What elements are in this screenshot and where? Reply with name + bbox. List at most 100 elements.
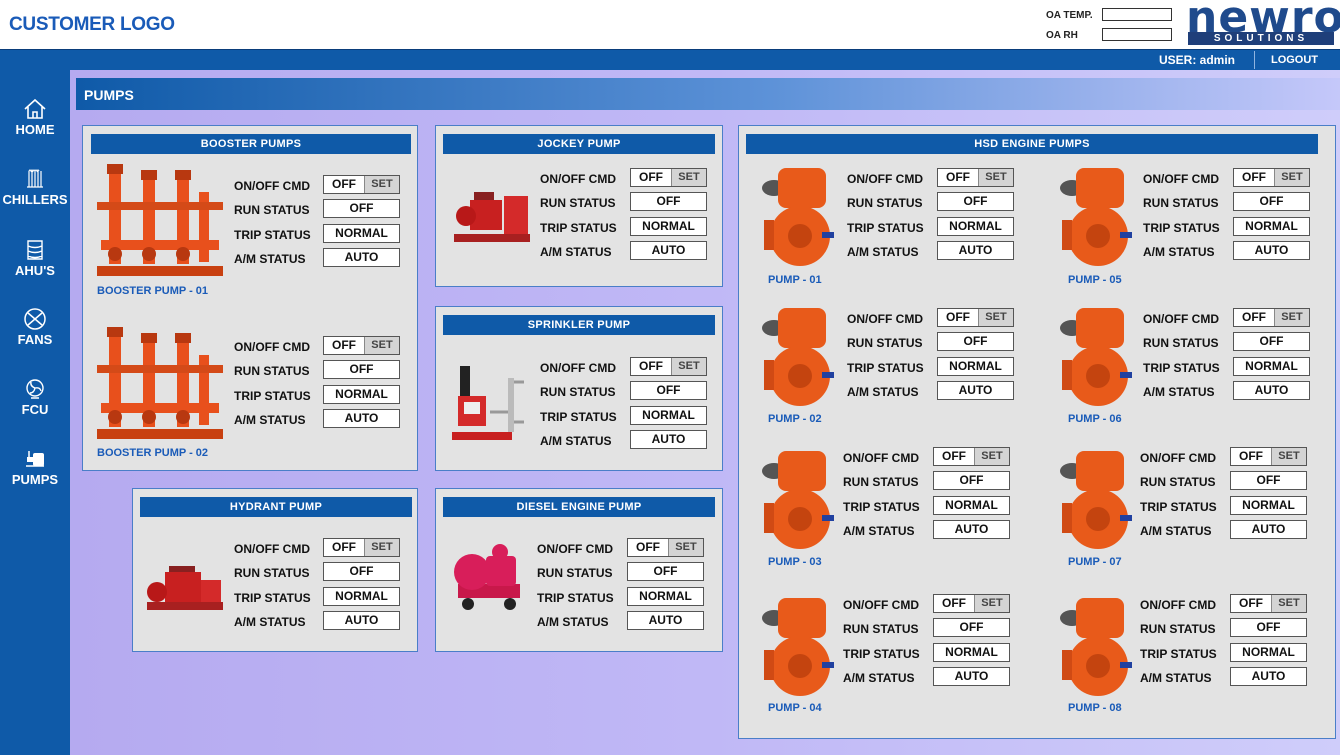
diesel-cmd-value[interactable]: OFF bbox=[628, 539, 668, 556]
hsd-08-cmd-value[interactable]: OFF bbox=[1231, 595, 1271, 612]
jockey-trip-status-label: TRIP STATUS bbox=[540, 221, 617, 235]
booster-02-on-off-cmd-control: OFF SET bbox=[323, 336, 400, 355]
hsd-02-run-status-value: OFF bbox=[937, 332, 1014, 351]
nav-pumps[interactable]: PUMPS bbox=[0, 447, 70, 487]
hydrant-cmd-value[interactable]: OFF bbox=[324, 539, 364, 556]
hsd-05-run-status-value: OFF bbox=[1233, 192, 1310, 211]
hsd-03-am-status-label: A/M STATUS bbox=[843, 524, 915, 538]
booster-01-on-off-cmd-control: OFF SET bbox=[323, 175, 400, 194]
hydrant-am-status-value: AUTO bbox=[323, 611, 400, 630]
hsd-03-run-status-value: OFF bbox=[933, 471, 1010, 490]
booster-01-trip-status-label: TRIP STATUS bbox=[234, 228, 311, 242]
hsd-01-cmd-value[interactable]: OFF bbox=[938, 169, 978, 186]
jockey-trip-status-value: NORMAL bbox=[630, 217, 707, 236]
hsd-03-cmd-value[interactable]: OFF bbox=[934, 448, 974, 465]
brand-sub: SOLUTIONS bbox=[1188, 32, 1334, 45]
hydrant-trip-status-value: NORMAL bbox=[323, 587, 400, 606]
hsd-03-run-status-label: RUN STATUS bbox=[843, 475, 919, 489]
hydrant-pump-image bbox=[147, 566, 223, 610]
booster-02-run-status-label: RUN STATUS bbox=[234, 364, 310, 378]
hsd-pump-04-image bbox=[762, 598, 834, 696]
jockey-set-button[interactable]: SET bbox=[671, 169, 706, 186]
hsd-05-run-status-label: RUN STATUS bbox=[1143, 196, 1219, 210]
hydrant-panel-title: HYDRANT PUMP bbox=[140, 497, 412, 517]
hsd-05-cmd-value[interactable]: OFF bbox=[1234, 169, 1274, 186]
diesel-trip-status-label: TRIP STATUS bbox=[537, 591, 614, 605]
booster-01-cmd-value[interactable]: OFF bbox=[324, 176, 364, 193]
hsd-01-am-status-value: AUTO bbox=[937, 241, 1014, 260]
hsd-pump-02-name: PUMP - 02 bbox=[768, 413, 822, 425]
hsd-06-cmd-value[interactable]: OFF bbox=[1234, 309, 1274, 326]
hsd-pump-05-name: PUMP - 05 bbox=[1068, 274, 1122, 286]
hsd-04-am-status-value: AUTO bbox=[933, 667, 1010, 686]
hsd-04-cmd-value[interactable]: OFF bbox=[934, 595, 974, 612]
hsd-06-run-status-label: RUN STATUS bbox=[1143, 336, 1219, 350]
nav-chillers-label: CHILLERS bbox=[2, 192, 68, 207]
booster-01-on-off-cmd-label: ON/OFF CMD bbox=[234, 179, 310, 193]
hsd-07-on-off-cmd-control: OFF SET bbox=[1230, 447, 1307, 466]
hsd-04-trip-status-label: TRIP STATUS bbox=[843, 647, 920, 661]
hsd-02-am-status-value: AUTO bbox=[937, 381, 1014, 400]
hsd-pump-08-image bbox=[1060, 598, 1132, 696]
hsd-02-run-status-label: RUN STATUS bbox=[847, 336, 923, 350]
booster-02-cmd-value[interactable]: OFF bbox=[324, 337, 364, 354]
hsd-04-set-button[interactable]: SET bbox=[974, 595, 1009, 612]
hsd-07-on-off-cmd-label: ON/OFF CMD bbox=[1140, 451, 1216, 465]
hsd-08-set-button[interactable]: SET bbox=[1271, 595, 1306, 612]
hydrant-set-button[interactable]: SET bbox=[364, 539, 399, 556]
hsd-07-trip-status-label: TRIP STATUS bbox=[1140, 500, 1217, 514]
diesel-on-off-cmd-control: OFF SET bbox=[627, 538, 704, 557]
header: CUSTOMER LOGO OA TEMP. OA RH newron SOLU… bbox=[0, 0, 1340, 49]
hsd-08-on-off-cmd-control: OFF SET bbox=[1230, 594, 1307, 613]
hsd-06-trip-status-value: NORMAL bbox=[1233, 357, 1310, 376]
oa-temp-value bbox=[1102, 8, 1172, 21]
hsd-05-am-status-label: A/M STATUS bbox=[1143, 245, 1215, 259]
sprinkler-set-button[interactable]: SET bbox=[671, 358, 706, 375]
booster-01-am-status-label: A/M STATUS bbox=[234, 252, 306, 266]
hsd-07-run-status-label: RUN STATUS bbox=[1140, 475, 1216, 489]
hsd-panel-title: HSD ENGINE PUMPS bbox=[746, 134, 1318, 154]
hsd-06-set-button[interactable]: SET bbox=[1274, 309, 1309, 326]
sprinkler-cmd-value[interactable]: OFF bbox=[631, 358, 671, 375]
nav-home[interactable]: HOME bbox=[0, 97, 70, 137]
hsd-07-am-status-label: A/M STATUS bbox=[1140, 524, 1212, 538]
nav-chillers[interactable]: CHILLERS bbox=[0, 167, 70, 207]
oa-rh-label: OA RH bbox=[1046, 30, 1078, 41]
hsd-03-trip-status-value: NORMAL bbox=[933, 496, 1010, 515]
booster-01-set-button[interactable]: SET bbox=[364, 176, 399, 193]
hydrant-run-status-label: RUN STATUS bbox=[234, 566, 310, 580]
nav-fans[interactable]: FANS bbox=[0, 307, 70, 347]
logout-button[interactable]: LOGOUT bbox=[1254, 51, 1334, 69]
hsd-06-am-status-value: AUTO bbox=[1233, 381, 1310, 400]
hsd-04-on-off-cmd-label: ON/OFF CMD bbox=[843, 598, 919, 612]
hsd-08-on-off-cmd-label: ON/OFF CMD bbox=[1140, 598, 1216, 612]
diesel-set-button[interactable]: SET bbox=[668, 539, 703, 556]
nav-ahus-label: AHU'S bbox=[15, 263, 55, 278]
nav-ahus[interactable]: AHU'S bbox=[0, 238, 70, 278]
jockey-cmd-value[interactable]: OFF bbox=[631, 169, 671, 186]
hsd-06-on-off-cmd-label: ON/OFF CMD bbox=[1143, 312, 1219, 326]
nav-fcu[interactable]: FCU bbox=[0, 377, 70, 417]
booster-02-trip-status-value: NORMAL bbox=[323, 385, 400, 404]
customer-logo: CUSTOMER LOGO bbox=[9, 14, 175, 35]
hsd-05-set-button[interactable]: SET bbox=[1274, 169, 1309, 186]
hsd-05-trip-status-value: NORMAL bbox=[1233, 217, 1310, 236]
hsd-07-cmd-value[interactable]: OFF bbox=[1231, 448, 1271, 465]
booster-02-on-off-cmd-label: ON/OFF CMD bbox=[234, 340, 310, 354]
chiller-icon bbox=[27, 169, 43, 188]
nav-fcu-label: FCU bbox=[21, 402, 49, 417]
hydrant-run-status-value: OFF bbox=[323, 562, 400, 581]
sprinkler-on-off-cmd-control: OFF SET bbox=[630, 357, 707, 376]
hsd-pump-06-image bbox=[1060, 308, 1132, 406]
diesel-am-status-value: AUTO bbox=[627, 611, 704, 630]
hsd-05-on-off-cmd-label: ON/OFF CMD bbox=[1143, 172, 1219, 186]
booster-02-set-button[interactable]: SET bbox=[364, 337, 399, 354]
hsd-03-set-button[interactable]: SET bbox=[974, 448, 1009, 465]
sprinkler-on-off-cmd-label: ON/OFF CMD bbox=[540, 361, 616, 375]
hsd-01-set-button[interactable]: SET bbox=[978, 169, 1013, 186]
hsd-02-set-button[interactable]: SET bbox=[978, 309, 1013, 326]
nav-fans-label: FANS bbox=[17, 332, 53, 347]
hsd-02-cmd-value[interactable]: OFF bbox=[938, 309, 978, 326]
hsd-01-am-status-label: A/M STATUS bbox=[847, 245, 919, 259]
hsd-07-set-button[interactable]: SET bbox=[1271, 448, 1306, 465]
